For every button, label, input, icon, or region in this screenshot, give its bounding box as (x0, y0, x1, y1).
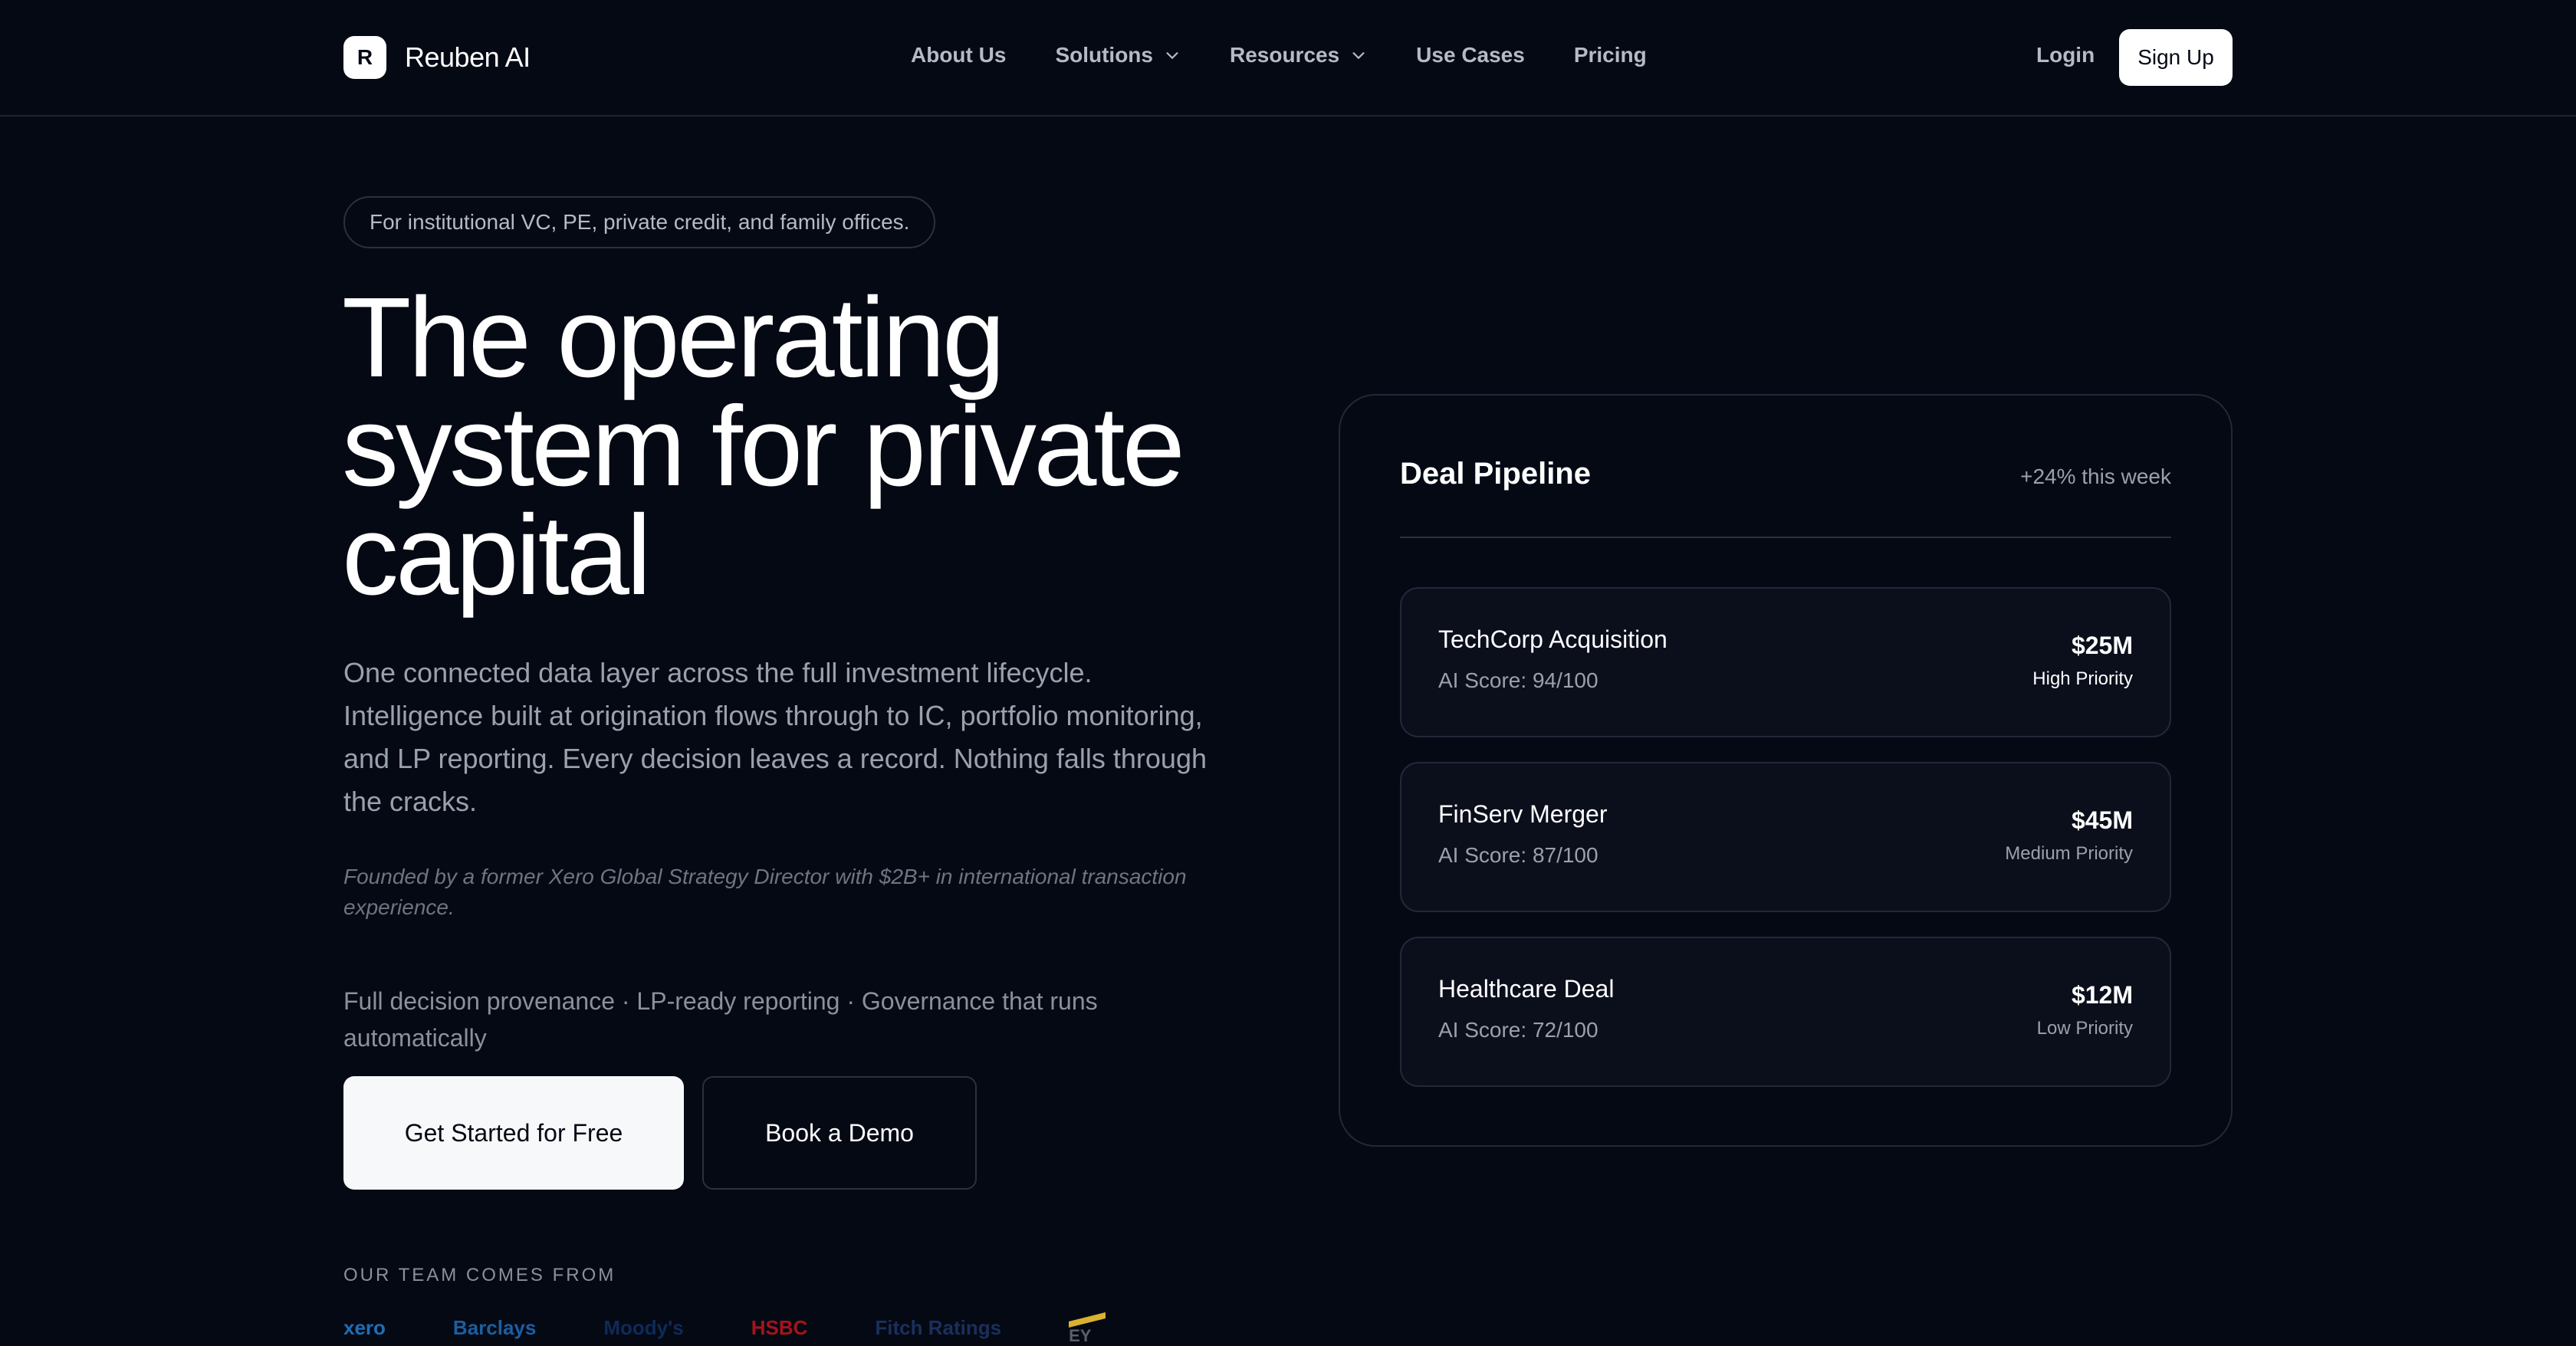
deal-name: TechCorp Acquisition (1438, 625, 1668, 653)
nav-link-label: About Us (911, 43, 1007, 67)
feature-tagline: Full decision provenance · LP-ready repo… (343, 987, 1098, 1052)
nav-link-label: Pricing (1573, 43, 1647, 67)
deal-ai-score: AI Score: 94/100 (1438, 668, 1598, 692)
deal-priority: Medium Priority (2005, 843, 2133, 864)
ey-logo: EY (1069, 1312, 1106, 1346)
deal-priority: High Priority (2032, 668, 2133, 689)
nav-link-pricing[interactable]: Pricing (1574, 43, 1647, 67)
deal-ai-score: AI Score: 72/100 (1438, 1018, 1598, 1042)
get-started-button[interactable]: Get Started for Free (343, 1076, 684, 1190)
ey-logo-text: EY (1069, 1326, 1092, 1345)
divider (1400, 537, 2171, 538)
audience-badge: For institutional VC, PE, private credit… (343, 196, 936, 248)
deal-amount: $25M (2071, 632, 2133, 659)
nav-link-label: Solutions (1055, 43, 1153, 67)
barclays-logo: Barclays (452, 1315, 537, 1339)
deal-item-techcorp[interactable]: TechCorp Acquisition AI Score: 94/100 $2… (1400, 587, 2171, 737)
chevron-down-icon (1166, 52, 1178, 59)
deal-item-healthcare[interactable]: Healthcare Deal AI Score: 72/100 $12M Lo… (1400, 937, 2171, 1087)
hsbc-logo: HSBC (751, 1315, 808, 1339)
pipeline-title: Deal Pipeline (1400, 457, 1591, 491)
chevron-down-icon (1352, 52, 1365, 59)
nav-link-use-cases[interactable]: Use Cases (1416, 43, 1525, 67)
moodys-logo: Moody's (603, 1315, 684, 1339)
login-link[interactable]: Login (2036, 43, 2095, 67)
ey-logo-bar-icon (1069, 1312, 1106, 1328)
nav-link-resources[interactable]: Resources (1230, 43, 1367, 67)
deal-amount: $12M (2071, 981, 2133, 1009)
nav-links: About Us Solutions Resources Use Cases P… (911, 43, 1696, 67)
hero-title: The operating system for private capital (342, 274, 1185, 619)
founder-note: Founded by a former Xero Global Strategy… (343, 865, 1187, 919)
brand-name: Reuben AI (405, 41, 531, 73)
top-navigation: R Reuben AI About Us Solutions Resources… (0, 0, 2576, 117)
brand-logo[interactable]: R Reuben AI (343, 36, 531, 79)
xero-logo: xero (343, 1315, 386, 1339)
company-logos: xero Barclays Moody's HSBC Fitch Ratings… (343, 1312, 1173, 1346)
nav-link-label: Resources (1229, 43, 1340, 67)
deal-priority: Low Priority (2036, 1018, 2133, 1039)
book-demo-button[interactable]: Book a Demo (702, 1076, 977, 1190)
hero-description: One connected data layer across the full… (343, 657, 1207, 817)
team-origin-label: OUR TEAM COMES FROM (343, 1265, 616, 1285)
deal-ai-score: AI Score: 87/100 (1438, 843, 1598, 867)
pipeline-growth-stat: +24% this week (2020, 465, 2171, 488)
sign-up-button[interactable]: Sign Up (2119, 29, 2233, 86)
deal-amount: $45M (2071, 806, 2133, 834)
deal-pipeline-card: Deal Pipeline +24% this week TechCorp Ac… (1339, 394, 2233, 1147)
deal-name: FinServ Merger (1438, 800, 1608, 828)
nav-link-label: Use Cases (1416, 43, 1525, 67)
deal-item-finserv[interactable]: FinServ Merger AI Score: 87/100 $45M Med… (1400, 762, 2171, 912)
deal-name: Healthcare Deal (1438, 975, 1615, 1003)
nav-link-about-us[interactable]: About Us (911, 43, 1006, 67)
nav-link-solutions[interactable]: Solutions (1055, 43, 1181, 67)
brand-mark-icon: R (343, 36, 386, 79)
fitch-ratings-logo: Fitch Ratings (875, 1315, 1002, 1339)
